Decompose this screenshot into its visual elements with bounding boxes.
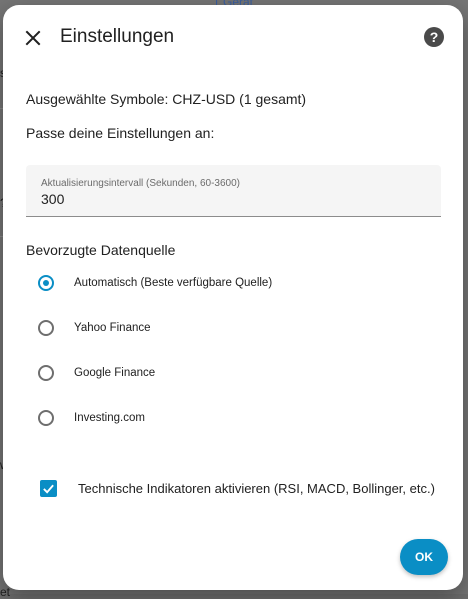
- radio-label: Google Finance: [74, 367, 156, 379]
- radio-button[interactable]: [38, 365, 54, 381]
- settings-dialog: Einstellungen ? Ausgewählte Symbole: CHZ…: [3, 5, 463, 590]
- indicators-checkbox[interactable]: [40, 480, 57, 497]
- radio-button-checked[interactable]: [38, 275, 54, 291]
- ok-button-label: OK: [415, 550, 433, 564]
- close-button[interactable]: [20, 25, 46, 51]
- interval-field[interactable]: Aktualisierungsintervall (Sekunden, 60-3…: [26, 165, 441, 217]
- help-icon: ?: [429, 29, 439, 45]
- instruction-text: Passe deine Einstellungen an:: [26, 125, 215, 141]
- radio-button[interactable]: [38, 320, 54, 336]
- radio-option-google[interactable]: Google Finance: [38, 361, 155, 385]
- dialog-title: Einstellungen: [60, 26, 175, 47]
- radio-option-automatic[interactable]: Automatisch (Beste verfügbare Quelle): [38, 271, 272, 295]
- indicators-checkbox-label: Technische Indikatoren aktivieren (RSI, …: [78, 481, 435, 496]
- radio-button[interactable]: [38, 410, 54, 426]
- help-button[interactable]: ?: [424, 27, 444, 47]
- selected-symbols-text: Ausgewählte Symbole: CHZ-USD (1 gesamt): [26, 91, 307, 107]
- ok-button[interactable]: OK: [400, 539, 448, 575]
- radio-label: Yahoo Finance: [74, 322, 151, 334]
- radio-option-investing[interactable]: Investing.com: [38, 406, 145, 430]
- radio-option-yahoo[interactable]: Yahoo Finance: [38, 316, 151, 340]
- background-fragment: et: [0, 585, 11, 599]
- radio-label: Automatisch (Beste verfügbare Quelle): [74, 277, 273, 289]
- data-source-title: Bevorzugte Datenquelle: [26, 242, 176, 258]
- indicators-checkbox-row[interactable]: Technische Indikatoren aktivieren (RSI, …: [40, 480, 435, 497]
- radio-label: Investing.com: [74, 412, 145, 424]
- close-icon: [25, 30, 41, 46]
- interval-field-label: Aktualisierungsintervall (Sekunden, 60-3…: [41, 178, 241, 189]
- check-icon: [43, 484, 54, 494]
- interval-input[interactable]: [41, 191, 421, 207]
